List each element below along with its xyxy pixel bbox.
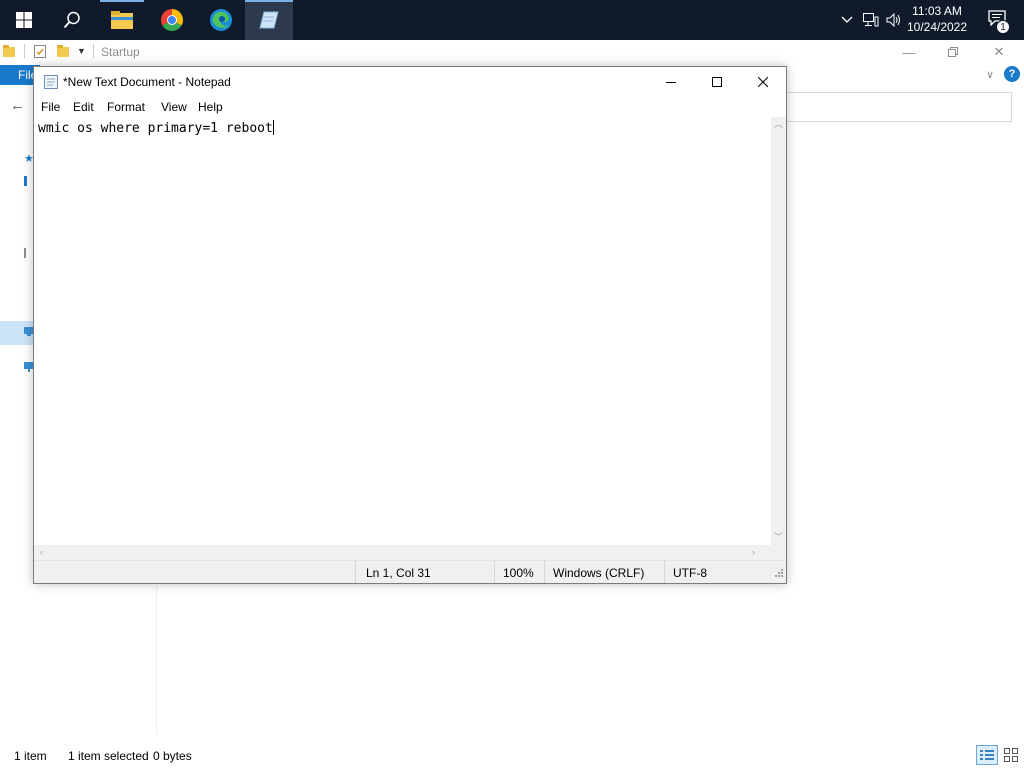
- scroll-up-arrow-icon[interactable]: ︿: [771, 117, 786, 132]
- selected-size: 0 bytes: [153, 749, 192, 763]
- notepad-icon[interactable]: [43, 74, 59, 93]
- item-count: 1 item: [14, 749, 47, 763]
- folder-icon: [2, 44, 16, 61]
- document-text: wmic os where primary=1 reboot: [38, 121, 273, 136]
- chrome-icon: [161, 9, 183, 31]
- encoding: UTF-8: [673, 566, 707, 580]
- status-separator: [544, 561, 545, 583]
- separator: [24, 44, 25, 58]
- network-tray-button[interactable]: [861, 0, 881, 40]
- show-hidden-icons-button[interactable]: [838, 0, 856, 40]
- menu-help[interactable]: Help: [198, 100, 223, 114]
- edge-taskbar-button[interactable]: [197, 0, 245, 40]
- notepad-title: *New Text Document - Notepad: [63, 75, 231, 89]
- properties-icon[interactable]: [33, 44, 47, 62]
- help-icon[interactable]: ?: [1004, 66, 1020, 82]
- notepad-icon: [259, 11, 279, 29]
- status-separator: [664, 561, 665, 583]
- network-icon: [863, 13, 879, 27]
- status-separator: [494, 561, 495, 583]
- scrollbar-corner: [771, 545, 786, 560]
- search-icon: [63, 11, 80, 29]
- maximize-icon: [712, 77, 722, 87]
- notepad-text-area[interactable]: wmic os where primary=1 reboot: [34, 117, 771, 545]
- zoom-level: 100%: [503, 566, 534, 580]
- edge-icon: [210, 9, 232, 31]
- menu-view[interactable]: View: [161, 100, 187, 114]
- search-button[interactable]: [48, 0, 96, 40]
- close-button[interactable]: [740, 67, 786, 97]
- explorer-title: Startup: [101, 45, 140, 59]
- close-icon: [758, 77, 768, 87]
- nav-pane-icon[interactable]: [24, 248, 26, 258]
- line-ending: Windows (CRLF): [553, 566, 645, 580]
- menu-edit[interactable]: Edit: [73, 100, 94, 114]
- separator: [93, 44, 94, 58]
- minimize-icon: [666, 82, 676, 83]
- horizontal-scrollbar[interactable]: ‹ ›: [34, 545, 771, 560]
- notification-count-badge: 1: [996, 20, 1010, 34]
- notepad-menu-bar: File Edit Format View Help: [34, 97, 786, 117]
- notepad-taskbar-button[interactable]: [245, 0, 293, 40]
- notepad-title-bar[interactable]: *New Text Document - Notepad: [34, 67, 786, 97]
- system-clock[interactable]: 11:03 AM 10/24/2022: [902, 3, 972, 35]
- notepad-status-bar: Ln 1, Col 31 100% Windows (CRLF) UTF-8: [34, 560, 786, 583]
- nav-pane-icon[interactable]: [24, 176, 27, 186]
- taskbar: 11:03 AM 10/24/2022 1: [0, 0, 1024, 40]
- start-icon: [16, 12, 32, 28]
- scroll-down-arrow-icon[interactable]: ﹀: [771, 530, 786, 545]
- file-explorer-taskbar-button[interactable]: [98, 0, 146, 40]
- selected-count: 1 item selected: [68, 749, 149, 763]
- start-button[interactable]: [0, 0, 48, 40]
- scroll-left-arrow-icon[interactable]: ‹: [34, 545, 49, 560]
- menu-format[interactable]: Format: [107, 100, 145, 114]
- explorer-close-button[interactable]: ✕: [984, 42, 1014, 62]
- file-explorer-icon: [111, 11, 133, 29]
- nav-pane-selected-item[interactable]: [0, 321, 34, 345]
- maximize-button[interactable]: [694, 67, 740, 97]
- restore-icon: [948, 47, 958, 57]
- menu-file[interactable]: File: [41, 100, 60, 114]
- cursor-position: Ln 1, Col 31: [366, 566, 431, 580]
- volume-tray-button[interactable]: [884, 0, 904, 40]
- customize-quick-access-icon[interactable]: ▼: [77, 46, 86, 56]
- chevron-up-icon: [841, 16, 853, 23]
- large-icons-view-icon: [1004, 748, 1018, 762]
- resize-grip-icon[interactable]: [774, 566, 783, 580]
- large-icons-view-button[interactable]: [1001, 745, 1021, 765]
- explorer-restore-button[interactable]: [938, 42, 968, 62]
- explorer-minimize-button[interactable]: —: [894, 42, 924, 62]
- volume-icon: [886, 13, 900, 27]
- new-folder-icon[interactable]: [56, 44, 70, 61]
- text-caret: [272, 120, 274, 135]
- scroll-right-arrow-icon[interactable]: ›: [746, 545, 761, 560]
- explorer-search-box[interactable]: [786, 92, 1012, 122]
- explorer-status-bar: 1 item 1 item selected 0 bytes: [0, 740, 1024, 768]
- ribbon-expand-chevron-icon[interactable]: ∨: [986, 68, 994, 81]
- clock-time: 11:03 AM: [912, 4, 962, 18]
- details-view-button[interactable]: [976, 745, 998, 765]
- pane-divider: [156, 585, 157, 735]
- chrome-taskbar-button[interactable]: [148, 0, 196, 40]
- clock-date: 10/24/2022: [906, 20, 968, 34]
- minimize-button[interactable]: [648, 67, 694, 97]
- notepad-window: *New Text Document - Notepad File Edit F…: [33, 66, 787, 584]
- back-arrow-icon[interactable]: ←: [10, 97, 25, 114]
- vertical-scrollbar[interactable]: ︿ ﹀: [771, 117, 786, 545]
- details-view-icon: [980, 750, 994, 760]
- status-separator: [355, 561, 356, 583]
- explorer-title-bar: ▼ Startup — ✕: [0, 40, 1024, 64]
